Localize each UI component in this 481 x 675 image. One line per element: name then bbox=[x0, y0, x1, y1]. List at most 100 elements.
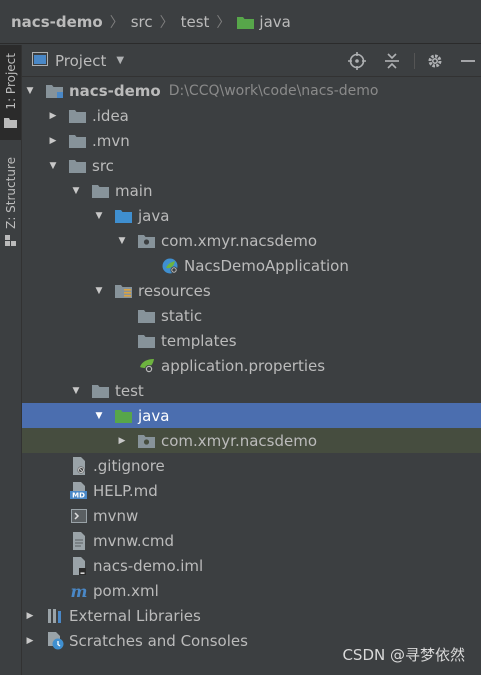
tree-item-selected[interactable]: ▼ java bbox=[22, 403, 481, 428]
tree-item[interactable]: ▼ test bbox=[22, 378, 481, 403]
view-selector-dropdown[interactable]: Project ▼ bbox=[32, 51, 124, 70]
folder-icon bbox=[69, 133, 87, 149]
view-selector-label: Project bbox=[55, 51, 107, 70]
tree-item-label: com.xmyr.nacsdemo bbox=[161, 431, 318, 450]
expanded-arrow-icon[interactable]: ▼ bbox=[70, 185, 82, 197]
tree-item[interactable]: ▶ External Libraries bbox=[22, 603, 481, 628]
expanded-arrow-icon[interactable]: ▼ bbox=[47, 160, 59, 172]
collapse-all-icon[interactable] bbox=[383, 52, 401, 70]
shell-script-icon bbox=[70, 508, 88, 524]
expanded-arrow-icon[interactable]: ▼ bbox=[93, 410, 105, 422]
project-tree: ▼ nacs-demo D:\CCQ\work\code\nacs-demo ▶… bbox=[22, 78, 481, 675]
expanded-arrow-icon[interactable]: ▼ bbox=[93, 210, 105, 222]
package-icon bbox=[138, 233, 156, 249]
tab-project-label: 1: Project bbox=[3, 53, 18, 110]
tree-item-label: NacsDemoApplication bbox=[184, 256, 349, 275]
collapsed-arrow-icon[interactable]: ▶ bbox=[47, 110, 59, 122]
tree-item[interactable]: ▶ .mvn bbox=[22, 128, 481, 153]
folder-icon bbox=[138, 333, 156, 349]
project-panel-header: Project ▼ bbox=[22, 45, 481, 77]
svg-text:m: m bbox=[71, 583, 88, 599]
tree-item-label: main bbox=[115, 181, 153, 200]
tool-window-stripe: 1: Project Z: Structure bbox=[0, 45, 22, 675]
expanded-arrow-icon[interactable]: ▼ bbox=[93, 285, 105, 297]
tree-item-label: .idea bbox=[92, 106, 129, 125]
tree-item[interactable]: ▼ src bbox=[22, 153, 481, 178]
tree-item-root[interactable]: ▼ nacs-demo D:\CCQ\work\code\nacs-demo bbox=[22, 78, 481, 103]
structure-icon bbox=[4, 234, 17, 251]
tree-item[interactable]: templates bbox=[22, 328, 481, 353]
folder-icon bbox=[69, 158, 87, 174]
tree-item-label: resources bbox=[138, 281, 211, 300]
project-view-icon bbox=[32, 51, 48, 70]
gear-icon[interactable] bbox=[426, 52, 444, 70]
tree-item[interactable]: NacsDemoApplication bbox=[22, 253, 481, 278]
breadcrumb-item-project[interactable]: nacs-demo bbox=[11, 13, 103, 31]
header-divider bbox=[414, 53, 415, 69]
expanded-arrow-icon[interactable]: ▼ bbox=[24, 85, 36, 97]
tree-item-label: .mvn bbox=[92, 131, 130, 150]
folder-icon bbox=[92, 183, 110, 199]
tab-project[interactable]: 1: Project bbox=[0, 45, 21, 140]
tree-item[interactable]: MD HELP.md bbox=[22, 478, 481, 503]
test-source-folder-icon bbox=[115, 408, 133, 424]
tab-structure-label: Z: Structure bbox=[3, 157, 18, 229]
iml-file-icon bbox=[70, 556, 88, 575]
tree-item-path: D:\CCQ\work\code\nacs-demo bbox=[168, 82, 379, 99]
tree-item-label: HELP.md bbox=[93, 481, 158, 500]
expanded-arrow-icon[interactable]: ▼ bbox=[70, 385, 82, 397]
tree-item[interactable]: ▼ main bbox=[22, 178, 481, 203]
expanded-arrow-icon[interactable]: ▼ bbox=[116, 235, 128, 247]
chevron-right-icon: 〉 bbox=[216, 14, 231, 31]
breadcrumb: nacs-demo 〉 src 〉 test 〉 java bbox=[0, 0, 481, 44]
chevron-right-icon: 〉 bbox=[109, 14, 124, 31]
maven-file-icon: m bbox=[70, 583, 88, 599]
tree-item[interactable]: ▼ com.xmyr.nacsdemo bbox=[22, 228, 481, 253]
locate-icon[interactable] bbox=[348, 52, 366, 70]
scratches-icon bbox=[46, 631, 64, 649]
chevron-right-icon: 〉 bbox=[159, 14, 174, 31]
breadcrumb-item-src[interactable]: src bbox=[131, 13, 153, 31]
tab-structure[interactable]: Z: Structure bbox=[0, 157, 21, 257]
tree-item[interactable]: mvnw bbox=[22, 503, 481, 528]
tree-item-label: templates bbox=[161, 331, 237, 350]
tree-item[interactable]: ▼ resources bbox=[22, 278, 481, 303]
tree-item[interactable]: ▼ java bbox=[22, 203, 481, 228]
tree-item-label: nacs-demo bbox=[69, 81, 161, 100]
folder-icon bbox=[92, 383, 110, 399]
tree-item[interactable]: ▶ com.xmyr.nacsdemo bbox=[22, 428, 481, 453]
tree-item[interactable]: ▶ .idea bbox=[22, 103, 481, 128]
minimize-icon[interactable] bbox=[459, 52, 477, 70]
tree-item[interactable]: m pom.xml bbox=[22, 578, 481, 603]
resources-folder-icon bbox=[115, 283, 133, 299]
collapsed-arrow-icon[interactable]: ▶ bbox=[24, 635, 36, 647]
test-folder-icon bbox=[237, 15, 255, 29]
tree-item[interactable]: static bbox=[22, 303, 481, 328]
tree-item[interactable]: .gitignore bbox=[22, 453, 481, 478]
tree-item[interactable]: application.properties bbox=[22, 353, 481, 378]
tree-item-label: Scratches and Consoles bbox=[69, 631, 248, 650]
tree-item-label: mvnw bbox=[93, 506, 139, 525]
breadcrumb-item-test[interactable]: test bbox=[181, 13, 210, 31]
folder-icon bbox=[138, 308, 156, 324]
collapsed-arrow-icon[interactable]: ▶ bbox=[116, 435, 128, 447]
folder-icon bbox=[69, 108, 87, 124]
tree-item-label: java bbox=[138, 206, 170, 225]
tree-item[interactable]: nacs-demo.iml bbox=[22, 553, 481, 578]
collapsed-arrow-icon[interactable]: ▶ bbox=[24, 610, 36, 622]
tree-item-label: static bbox=[161, 306, 203, 325]
tree-item-label: test bbox=[115, 381, 144, 400]
tree-item-label: src bbox=[92, 156, 114, 175]
collapsed-arrow-icon[interactable]: ▶ bbox=[47, 135, 59, 147]
source-folder-icon bbox=[115, 208, 133, 224]
module-folder-icon bbox=[46, 83, 64, 99]
tree-item[interactable]: mvnw.cmd bbox=[22, 528, 481, 553]
watermark: CSDN @寻梦依然 bbox=[342, 646, 465, 664]
tree-item-label: nacs-demo.iml bbox=[93, 556, 204, 575]
tree-item-label: pom.xml bbox=[93, 581, 159, 600]
tree-item-label: .gitignore bbox=[93, 456, 165, 475]
tree-item-label: mvnw.cmd bbox=[93, 531, 175, 550]
breadcrumb-item-java[interactable]: java bbox=[259, 13, 290, 31]
libraries-icon bbox=[46, 608, 64, 624]
ignore-file-icon bbox=[70, 456, 88, 475]
